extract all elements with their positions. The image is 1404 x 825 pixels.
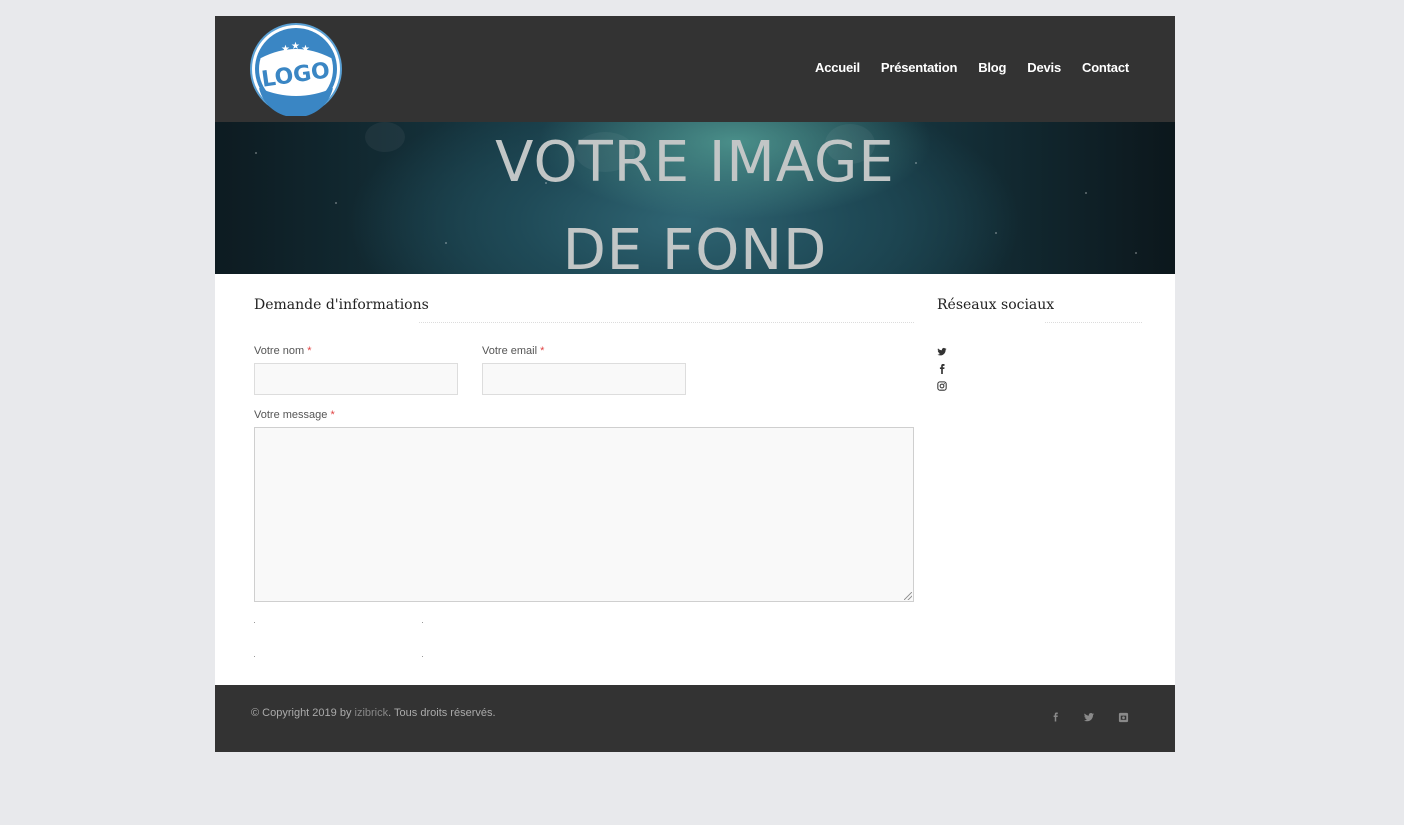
message-label: Votre message *	[254, 409, 335, 421]
placeholder-dot	[254, 656, 255, 657]
footer-social-icons	[1049, 712, 1129, 724]
logo[interactable]: ★ ★ ★ LOGO	[249, 22, 343, 116]
name-label: Votre nom *	[254, 345, 312, 357]
contact-form-section: Demande d'informations Votre nom * Votre…	[254, 297, 914, 657]
twitter-icon[interactable]	[937, 347, 951, 364]
banner-text-line2: DE FOND	[562, 218, 828, 274]
hero-banner: VOTRE IMAGE DE FOND	[215, 122, 1175, 274]
facebook-icon[interactable]	[1049, 712, 1061, 724]
placeholder-dot	[422, 656, 423, 657]
site-header: ★ ★ ★ LOGO Accueil Présentation Blog Dev…	[215, 16, 1175, 122]
social-sidebar: Réseaux sociaux	[937, 297, 1142, 398]
form-title: Demande d'informations	[254, 297, 429, 313]
sidebar-divider	[1045, 322, 1142, 323]
title-divider	[419, 322, 914, 323]
required-mark: *	[540, 345, 545, 357]
copyright-text: © Copyright 2019 by izibrick. Tous droit…	[251, 707, 496, 719]
nav-presentation[interactable]: Présentation	[881, 60, 958, 75]
form-title-row: Demande d'informations	[254, 297, 914, 323]
message-group: Votre message *	[254, 409, 914, 602]
required-mark: *	[307, 345, 312, 357]
facebook-icon[interactable]	[937, 364, 951, 381]
page-wrapper: ★ ★ ★ LOGO Accueil Présentation Blog Dev…	[215, 16, 1175, 752]
required-mark: *	[330, 409, 335, 421]
email-group: Votre email *	[482, 345, 686, 395]
svg-text:★: ★	[281, 44, 290, 55]
brand-link[interactable]: izibrick	[355, 707, 389, 719]
placeholder-dot	[254, 622, 255, 623]
main-nav: Accueil Présentation Blog Devis Contact	[794, 60, 1129, 75]
svg-text:★: ★	[301, 44, 310, 55]
name-input[interactable]	[254, 363, 458, 395]
nav-accueil[interactable]: Accueil	[815, 60, 860, 75]
email-input[interactable]	[482, 363, 686, 395]
sidebar-title: Réseaux sociaux	[937, 297, 1055, 313]
site-footer: © Copyright 2019 by izibrick. Tous droit…	[215, 685, 1175, 752]
banner-text-line1: VOTRE IMAGE	[495, 130, 895, 195]
name-group: Votre nom *	[254, 345, 458, 395]
sidebar-title-row: Réseaux sociaux	[937, 297, 1142, 323]
main-content: Demande d'informations Votre nom * Votre…	[215, 274, 1175, 685]
resize-handle-icon[interactable]	[904, 592, 912, 600]
social-links	[937, 347, 1142, 398]
nav-devis[interactable]: Devis	[1027, 60, 1061, 75]
twitter-icon[interactable]	[1083, 712, 1095, 724]
nav-blog[interactable]: Blog	[978, 60, 1006, 75]
banner-star	[335, 202, 337, 204]
instagram-icon[interactable]	[937, 381, 951, 398]
nav-contact[interactable]: Contact	[1082, 60, 1129, 75]
form-row-name-email: Votre nom * Votre email *	[254, 345, 914, 395]
svg-text:★: ★	[291, 41, 300, 52]
email-label: Votre email *	[482, 345, 545, 357]
message-textarea[interactable]	[254, 427, 914, 602]
instagram-icon[interactable]	[1117, 712, 1129, 724]
placeholder-dot	[422, 622, 423, 623]
